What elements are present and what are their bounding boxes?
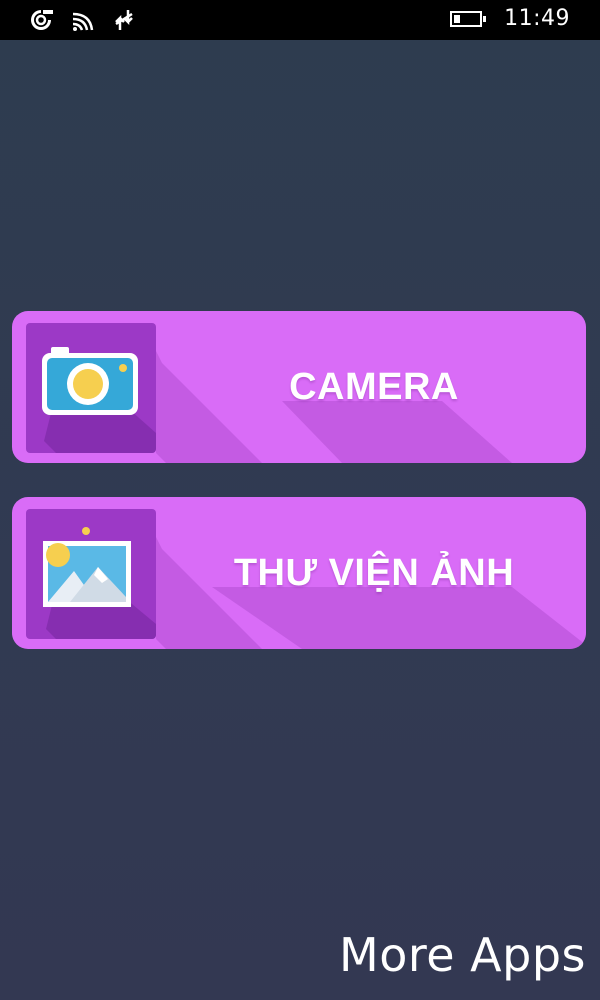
picture-gallery-icon: [43, 527, 156, 639]
status-time: 11:49: [504, 6, 570, 31]
data-transfer-icon: [112, 8, 138, 32]
status-icons-left: [28, 8, 154, 32]
battery-icon: [450, 10, 487, 27]
gallery-button[interactable]: THƯ VIỆN ẢNH: [12, 497, 586, 649]
camera-button[interactable]: CAMERA: [12, 311, 586, 463]
sync-icon: [28, 8, 54, 32]
battery-level-fill: [454, 14, 461, 23]
camera-button-label: CAMERA: [289, 365, 459, 408]
more-apps-link[interactable]: More Apps: [339, 928, 586, 982]
wifi-icon: [70, 8, 96, 32]
status-icons-right: 11:49: [450, 6, 570, 31]
app-screen: 11:49 CAMERA THƯ VIỆN ẢNH More Apps: [0, 0, 600, 1000]
gallery-button-label: THƯ VIỆN ẢNH: [233, 551, 515, 594]
gallery-icon-tile: [26, 509, 156, 639]
camera-icon-tile: [26, 323, 156, 453]
camera-icon: [42, 347, 156, 453]
status-bar: 11:49: [0, 0, 600, 40]
